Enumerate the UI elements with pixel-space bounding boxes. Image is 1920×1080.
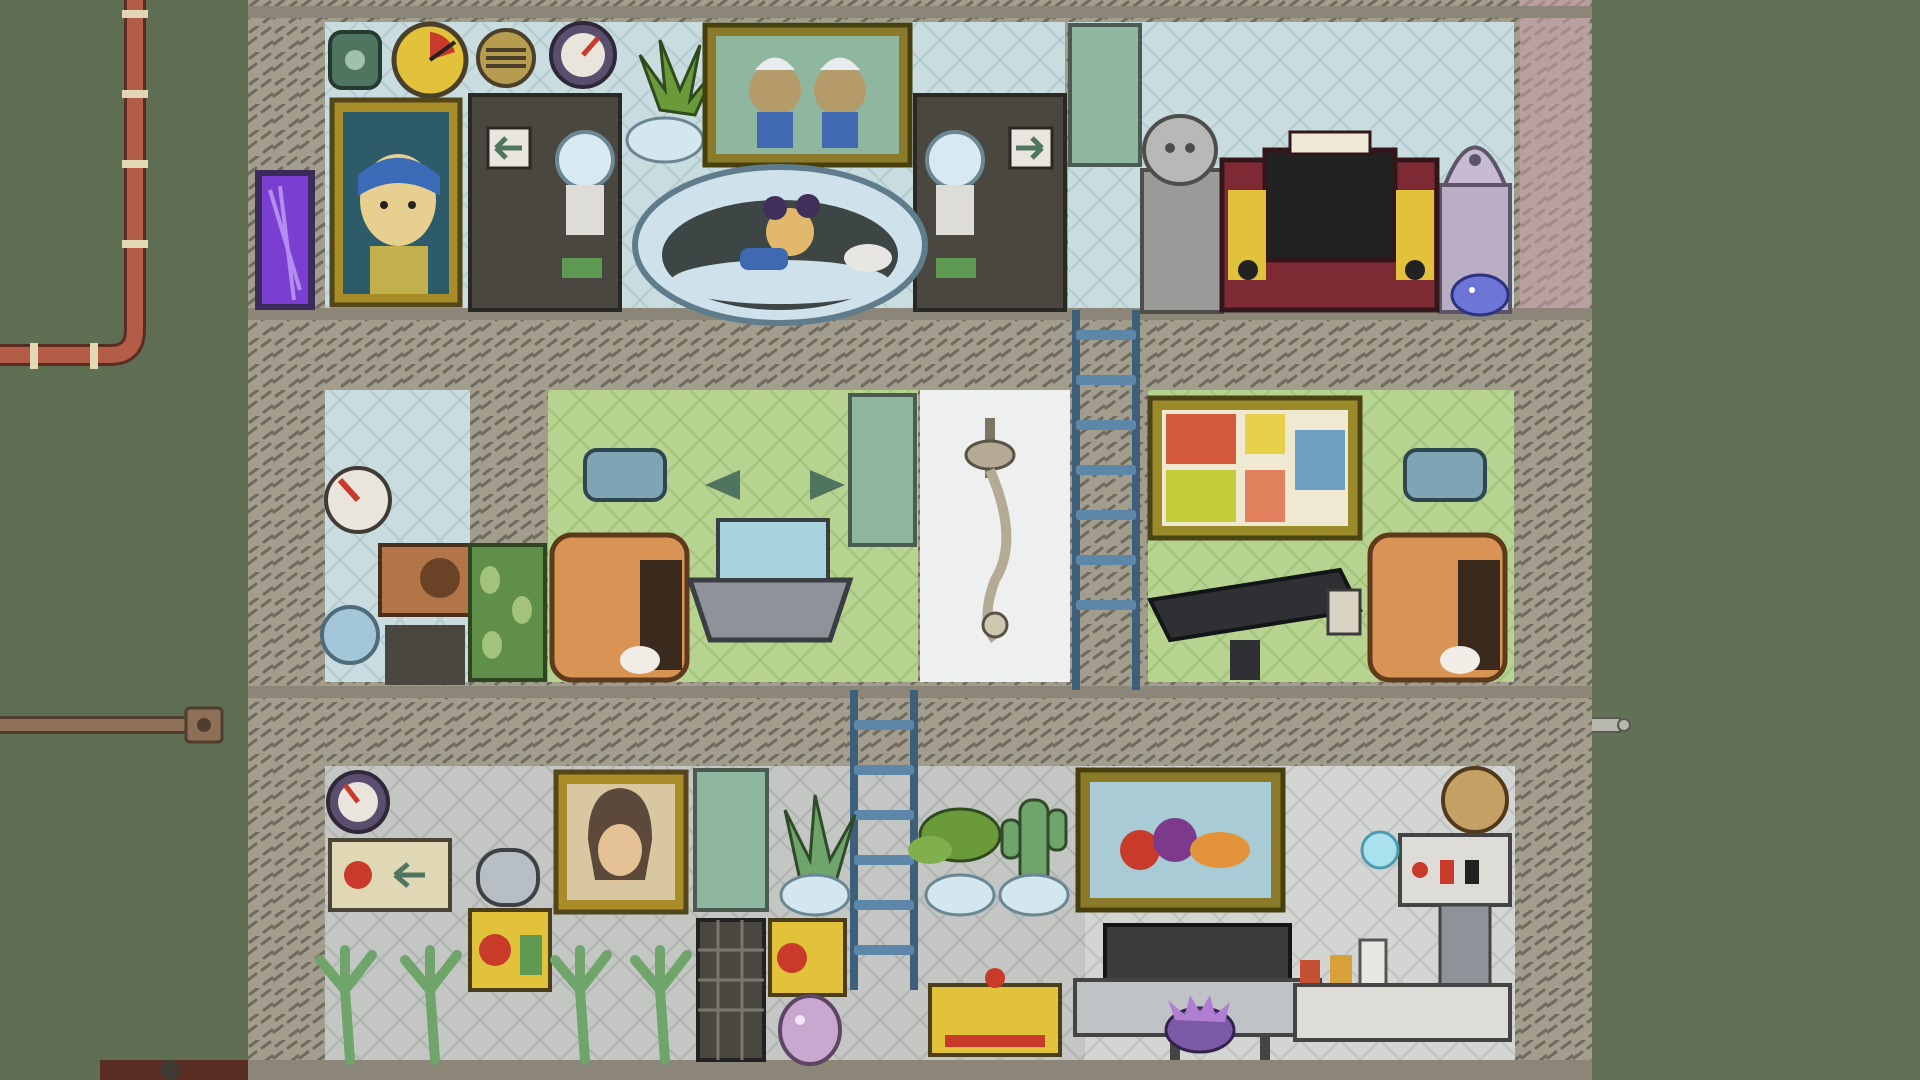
camera-pipe-icon[interactable] bbox=[328, 30, 382, 90]
ration-box-lower-icon[interactable] bbox=[768, 918, 847, 997]
portrait-smile-icon[interactable] bbox=[553, 769, 689, 915]
pressure-gauge-icon[interactable] bbox=[391, 21, 469, 99]
atmo-suit-dock-right[interactable] bbox=[913, 93, 1067, 312]
game-scene bbox=[0, 0, 1920, 1080]
painting-still-life-icon[interactable] bbox=[1075, 767, 1286, 913]
ration-box-icon[interactable] bbox=[468, 848, 552, 992]
algae-tank-icon[interactable] bbox=[468, 543, 547, 682]
airlock-door[interactable] bbox=[255, 170, 315, 310]
gauge-dial-lower-icon[interactable] bbox=[326, 770, 390, 834]
portrait-pearl-earring-icon[interactable] bbox=[329, 97, 463, 308]
painting-abstract-icon[interactable] bbox=[1147, 395, 1363, 541]
bubble-icon bbox=[1360, 830, 1400, 870]
critter-purple-icon[interactable] bbox=[1450, 273, 1510, 317]
power-box-icon[interactable] bbox=[328, 838, 452, 912]
arcade-cabinet-icon[interactable] bbox=[1219, 130, 1440, 313]
floor-band-1 bbox=[248, 312, 1592, 390]
storage-grid-icon[interactable] bbox=[696, 918, 766, 1062]
atmo-suit-dock-left[interactable] bbox=[468, 93, 622, 312]
background-right-shade bbox=[1590, 0, 1920, 1080]
statue-icon[interactable] bbox=[1140, 114, 1224, 314]
egg-icon[interactable] bbox=[778, 994, 842, 1066]
pink-edge-glow bbox=[1520, 0, 1590, 320]
pipe-stub-right[interactable] bbox=[1589, 717, 1631, 733]
duplicant-sleeping-icon[interactable] bbox=[632, 164, 928, 326]
gauge-dial-icon[interactable] bbox=[549, 21, 617, 89]
pipe-stub-bottom-left[interactable] bbox=[100, 1060, 260, 1080]
portrait-duo-icon[interactable] bbox=[702, 22, 913, 168]
vent-icon[interactable] bbox=[476, 28, 536, 88]
